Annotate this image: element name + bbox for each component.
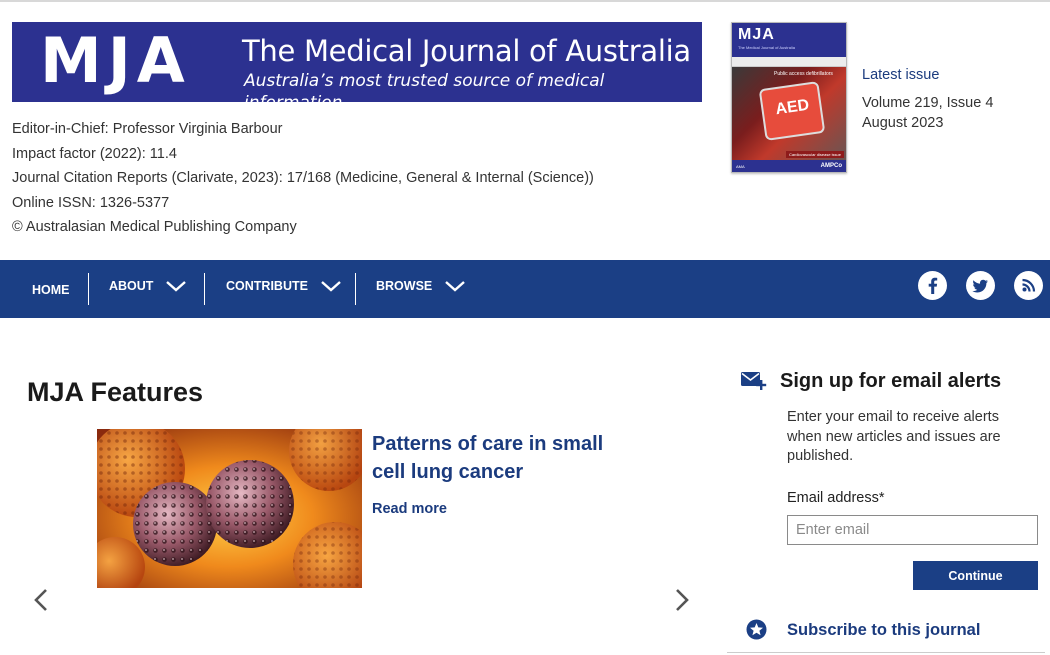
nav-about[interactable]: ABOUT xyxy=(109,257,187,315)
nav-divider xyxy=(355,273,356,305)
latest-issue-volume: Volume 219, Issue 4 xyxy=(862,95,994,111)
chevron-left-icon[interactable] xyxy=(32,587,50,613)
signup-heading: Sign up for email alerts xyxy=(780,370,1002,392)
sidebar-divider xyxy=(727,652,1045,653)
chevron-down-icon xyxy=(321,281,341,292)
latest-issue-date: August 2023 xyxy=(862,115,944,131)
aed-text: AED xyxy=(774,96,811,119)
feature-headline[interactable]: Patterns of care in small cell lung canc… xyxy=(372,430,642,486)
latest-issue-cover[interactable]: MJA The Medical Journal of Australia Pub… xyxy=(731,22,847,173)
cover-caption: Public access defibrillators xyxy=(774,71,833,77)
cover-contents-strip xyxy=(732,57,846,67)
feature-image[interactable] xyxy=(97,429,362,588)
nav-home[interactable]: HOME xyxy=(32,261,70,319)
nav-about-label: ABOUT xyxy=(109,279,154,293)
copyright: © Australasian Medical Publishing Compan… xyxy=(12,219,297,236)
cover-masthead: MJA The Medical Journal of Australia xyxy=(732,23,846,57)
journal-tagline: Australia’s most trusted source of medic… xyxy=(244,71,605,113)
subscribe-link[interactable]: Subscribe to this journal xyxy=(787,620,980,640)
citation-reports: Journal Citation Reports (Clarivate, 202… xyxy=(12,170,594,187)
top-divider xyxy=(0,0,1050,2)
cover-footer: AMA AMPCo xyxy=(732,160,846,172)
impact-factor: Impact factor (2022): 11.4 xyxy=(12,145,177,162)
chevron-down-icon xyxy=(166,281,187,292)
cover-publisher: AMPCo xyxy=(820,163,842,169)
chevron-down-icon xyxy=(445,281,466,292)
nav-browse[interactable]: BROWSE xyxy=(376,257,466,315)
cover-ama: AMA xyxy=(736,164,745,169)
nav-contribute[interactable]: CONTRIBUTE xyxy=(226,257,342,315)
nav-divider xyxy=(204,273,205,305)
email-label: Email address* xyxy=(787,490,885,506)
cover-badge: Cardiovascular disease issue xyxy=(785,151,844,158)
main-navigation: HOME ABOUT CONTRIBUTE BROWSE xyxy=(0,260,1050,318)
journal-title: The Medical Journal of Australia xyxy=(242,34,691,68)
nav-home-label: HOME xyxy=(32,283,70,297)
editor-in-chief: Editor-in-Chief: Professor Virginia Barb… xyxy=(12,121,283,137)
cover-subtitle: The Medical Journal of Australia xyxy=(738,45,795,50)
read-more-link[interactable]: Read more xyxy=(372,500,447,518)
nav-divider xyxy=(88,273,89,305)
signup-description: Enter your email to receive alerts when … xyxy=(787,409,1001,465)
email-field[interactable] xyxy=(787,515,1038,545)
features-heading: MJA Features xyxy=(27,377,204,407)
latest-issue-link[interactable]: Latest issue xyxy=(862,66,939,84)
chevron-right-icon[interactable] xyxy=(673,587,691,613)
defibrillator-image: AED xyxy=(758,81,826,141)
continue-button[interactable]: Continue xyxy=(913,561,1038,590)
star-badge-icon xyxy=(746,619,767,640)
nav-browse-label: BROWSE xyxy=(376,279,433,293)
email-alert-icon xyxy=(741,372,767,390)
facebook-icon[interactable] xyxy=(918,271,947,300)
twitter-icon[interactable] xyxy=(966,271,995,300)
mja-logo: MJA xyxy=(40,24,191,97)
nav-contribute-label: CONTRIBUTE xyxy=(226,279,308,293)
cover-photo: Public access defibrillators AED Cardiov… xyxy=(732,67,846,172)
journal-info: Editor-in-Chief: Professor Virginia Barb… xyxy=(12,117,594,240)
cover-logo: MJA xyxy=(738,26,775,43)
rss-icon[interactable] xyxy=(1014,271,1043,300)
online-issn: Online ISSN: 1326-5377 xyxy=(12,194,170,211)
journal-banner[interactable]: MJA The Medical Journal of Australia Aus… xyxy=(12,22,702,113)
